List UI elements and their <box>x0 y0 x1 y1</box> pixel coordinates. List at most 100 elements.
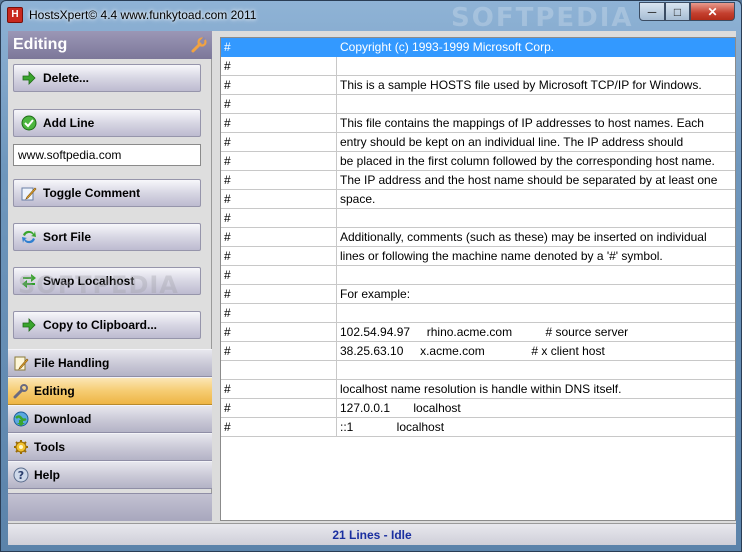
host-input[interactable] <box>13 144 201 166</box>
grid-row[interactable]: # This file contains the mappings of IP a… <box>221 114 735 133</box>
grid-cell-host[interactable]: 102.54.94.97 rhino.acme.com # source ser… <box>337 323 735 342</box>
grid-cell-host[interactable] <box>337 361 735 380</box>
grid-cell-ip[interactable]: # <box>221 76 337 95</box>
grid-cell-host[interactable]: localhost name resolution is handle with… <box>337 380 735 399</box>
wrench-icon <box>190 36 208 54</box>
add-line-button[interactable]: Add Line <box>13 109 201 137</box>
grid-cell-host[interactable] <box>337 304 735 323</box>
nav-download-label: Download <box>34 412 92 426</box>
close-button[interactable]: ✕ <box>690 2 735 21</box>
grid-row[interactable]: #38.25.63.10 x.acme.com # x client host <box>221 342 735 361</box>
nav-file-handling[interactable]: File Handling <box>8 349 212 377</box>
svg-text:?: ? <box>18 469 24 482</box>
grid-row[interactable]: # space. <box>221 190 735 209</box>
grid-cell-host[interactable]: The IP address and the host name should … <box>337 171 735 190</box>
panel-header: Editing <box>8 31 212 59</box>
grid-cell-ip[interactable]: # <box>221 418 337 437</box>
green-check-icon <box>21 115 37 131</box>
file-pencil-icon <box>13 355 29 371</box>
grid-cell-host[interactable] <box>337 266 735 285</box>
pencil-icon <box>21 185 37 201</box>
status-text: 21 Lines - Idle <box>332 528 412 542</box>
grid-cell-ip[interactable]: # <box>221 38 337 57</box>
nav-help[interactable]: ? Help <box>8 461 212 489</box>
title-bar[interactable]: H HostsXpert© 4.4 www.funkytoad.com 2011… <box>1 1 741 33</box>
sort-arrows-icon <box>21 229 37 245</box>
minimize-button[interactable]: ─ <box>639 2 665 21</box>
grid-row[interactable]: # <box>221 95 735 114</box>
grid-row[interactable]: # This is a sample HOSTS file used by Mic… <box>221 76 735 95</box>
grid-cell-ip[interactable]: # <box>221 266 337 285</box>
grid-cell-ip[interactable]: # <box>221 190 337 209</box>
nav-editing[interactable]: Editing <box>8 377 212 405</box>
grid-row[interactable]: # <box>221 266 735 285</box>
grid-cell-ip[interactable]: # <box>221 152 337 171</box>
grid-cell-ip[interactable]: # <box>221 228 337 247</box>
green-arrow-icon <box>21 317 37 333</box>
grid-row[interactable]: # For example: <box>221 285 735 304</box>
toggle-comment-button[interactable]: Toggle Comment <box>13 179 201 207</box>
grid-row[interactable]: # Additionally, comments (such as these) … <box>221 228 735 247</box>
hosts-grid[interactable]: # Copyright (c) 1993-1999 Microsoft Corp.… <box>220 37 736 521</box>
grid-row[interactable]: # be placed in the first column followed … <box>221 152 735 171</box>
grid-cell-host[interactable]: 38.25.63.10 x.acme.com # x client host <box>337 342 735 361</box>
grid-cell-ip[interactable]: # <box>221 209 337 228</box>
grid-cell-ip[interactable]: # <box>221 95 337 114</box>
grid-row[interactable]: # The IP address and the host name should… <box>221 171 735 190</box>
grid-cell-ip[interactable]: # <box>221 171 337 190</box>
grid-cell-host[interactable]: Additionally, comments (such as these) m… <box>337 228 735 247</box>
grid-row[interactable]: # <box>221 304 735 323</box>
download-globe-icon <box>13 411 29 427</box>
nav-tools[interactable]: Tools <box>8 433 212 461</box>
copy-clipboard-button[interactable]: Copy to Clipboard... <box>13 311 201 339</box>
grid-row[interactable]: # entry should be kept on an individual l… <box>221 133 735 152</box>
grid-row[interactable]: # <box>221 57 735 76</box>
grid-row[interactable]: #127.0.0.1 localhost <box>221 399 735 418</box>
status-bar: 21 Lines - Idle <box>8 523 736 545</box>
grid-cell-ip[interactable]: # <box>221 114 337 133</box>
delete-label: Delete... <box>43 71 90 85</box>
grid-cell-host[interactable]: For example: <box>337 285 735 304</box>
grid-cell-host[interactable]: space. <box>337 190 735 209</box>
delete-button[interactable]: Delete... <box>13 64 201 92</box>
grid-row[interactable] <box>221 361 735 380</box>
grid-cell-ip[interactable]: # <box>221 247 337 266</box>
grid-cell-ip[interactable] <box>221 361 337 380</box>
grid-row[interactable]: # <box>221 209 735 228</box>
grid-cell-host[interactable]: This file contains the mappings of IP ad… <box>337 114 735 133</box>
grid-cell-ip[interactable]: # <box>221 399 337 418</box>
grid-cell-host[interactable]: ::1 localhost <box>337 418 735 437</box>
swap-localhost-button[interactable]: Swap Localhost <box>13 267 201 295</box>
panel-title: Editing <box>13 36 68 53</box>
grid-cell-host[interactable]: be placed in the first column followed b… <box>337 152 735 171</box>
grid-cell-ip[interactable]: # <box>221 57 337 76</box>
grid-cell-host[interactable]: lines or following the machine name deno… <box>337 247 735 266</box>
app-icon[interactable]: H <box>7 7 23 23</box>
grid-cell-ip[interactable]: # <box>221 133 337 152</box>
grid-cell-ip[interactable]: # <box>221 304 337 323</box>
swap-arrows-icon <box>21 273 37 289</box>
green-arrow-icon <box>21 70 37 86</box>
grid-cell-host[interactable]: 127.0.0.1 localhost <box>337 399 735 418</box>
grid-cell-ip[interactable]: # <box>221 380 337 399</box>
grid-cell-host[interactable] <box>337 57 735 76</box>
grid-cell-host[interactable] <box>337 95 735 114</box>
grid-row[interactable]: # localhost name resolution is handle wit… <box>221 380 735 399</box>
nav-download[interactable]: Download <box>8 405 212 433</box>
grid-cell-ip[interactable]: # <box>221 285 337 304</box>
grid-cell-ip[interactable]: # <box>221 323 337 342</box>
grid-row[interactable]: # lines or following the machine name den… <box>221 247 735 266</box>
grid-cell-host[interactable] <box>337 209 735 228</box>
tools-icon <box>13 439 29 455</box>
grid-row[interactable]: #::1 localhost <box>221 418 735 437</box>
grid-cell-host[interactable]: entry should be kept on an individual li… <box>337 133 735 152</box>
grid-cell-ip[interactable]: # <box>221 342 337 361</box>
maximize-button[interactable]: □ <box>665 2 690 21</box>
grid-cell-host[interactable]: This is a sample HOSTS file used by Micr… <box>337 76 735 95</box>
grid-cell-host[interactable]: Copyright (c) 1993-1999 Microsoft Corp. <box>337 38 735 57</box>
sort-file-button[interactable]: Sort File <box>13 223 201 251</box>
grid-row[interactable]: # Copyright (c) 1993-1999 Microsoft Corp. <box>221 38 735 57</box>
left-panel: Editing Delete... Add Line Toggle Commen… <box>8 31 212 521</box>
grid-row[interactable]: #102.54.94.97 rhino.acme.com # source se… <box>221 323 735 342</box>
nav-file-handling-label: File Handling <box>34 356 110 370</box>
